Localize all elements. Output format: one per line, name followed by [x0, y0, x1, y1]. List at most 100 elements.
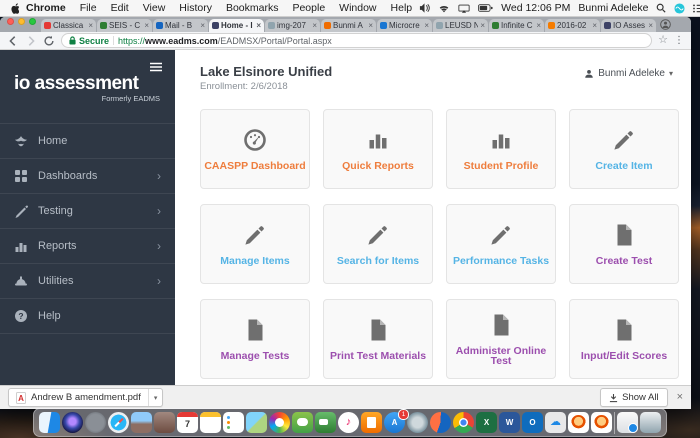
download-options-caret[interactable]: ▾	[148, 389, 163, 406]
battery-icon[interactable]	[478, 4, 493, 12]
dock-icon[interactable]	[108, 412, 129, 433]
download-bar-close-icon[interactable]: ×	[677, 392, 683, 403]
tab-close-icon[interactable]: ×	[424, 22, 429, 30]
sidebar-item[interactable]: ? Reports ›	[0, 229, 175, 264]
dock-icon[interactable]	[292, 412, 313, 433]
reload-button[interactable]	[43, 35, 55, 47]
dock-icon[interactable]	[315, 412, 336, 433]
portal-card[interactable]: Performance Tasks	[446, 204, 556, 284]
browser-tab[interactable]: SEIS - C×	[97, 19, 152, 32]
dock-icon[interactable]	[640, 412, 661, 433]
menu-item[interactable]: Edit	[104, 2, 136, 14]
dock-icon[interactable]: W	[499, 412, 520, 433]
dock-icon[interactable]: 1A	[384, 412, 405, 433]
portal-card[interactable]: Create Item	[569, 109, 679, 189]
dock-icon[interactable]	[614, 412, 615, 434]
dock-icon[interactable]	[568, 412, 589, 433]
portal-card[interactable]: Input/Edit Scores	[569, 299, 679, 379]
browser-tab[interactable]: Infinite C×	[489, 19, 544, 32]
dock-icon[interactable]	[131, 412, 152, 433]
menu-item[interactable]: Window	[332, 2, 383, 14]
tab-close-icon[interactable]: ×	[648, 22, 653, 30]
window-minimize-button[interactable]	[18, 18, 25, 25]
browser-menu-icon[interactable]: ⋮	[674, 36, 684, 46]
dock-icon[interactable]: ♪	[338, 412, 359, 433]
forward-button[interactable]	[25, 35, 37, 47]
portal-card[interactable]: Student Profile	[446, 109, 556, 189]
menu-item[interactable]: People	[285, 2, 332, 14]
siri-icon[interactable]	[674, 3, 685, 14]
browser-profile-icon[interactable]	[660, 19, 671, 30]
menu-item[interactable]: Help	[384, 2, 420, 14]
bookmark-star-icon[interactable]: ☆	[658, 35, 668, 46]
portal-card[interactable]: Search for Items	[323, 204, 433, 284]
dock-icon[interactable]	[407, 412, 428, 433]
downloaded-file-button[interactable]: A Andrew B amendment.pdf ▾	[8, 388, 163, 407]
menu-item[interactable]: History	[172, 2, 219, 14]
browser-tab[interactable]: LEUSD N×	[433, 19, 488, 32]
portal-card[interactable]: Administer Online Test	[446, 299, 556, 379]
tab-close-icon[interactable]: ×	[480, 22, 485, 30]
dock-icon[interactable]	[62, 412, 83, 433]
dock-icon[interactable]	[200, 412, 221, 433]
dock-icon[interactable]	[246, 412, 267, 433]
dock-icon[interactable]	[39, 412, 60, 433]
menu-item[interactable]: Chrome	[19, 2, 73, 14]
browser-tab[interactable]: Mail - B×	[153, 19, 208, 32]
tab-close-icon[interactable]: ×	[256, 22, 261, 30]
dock-icon[interactable]: O	[522, 412, 543, 433]
portal-card[interactable]: Create Test	[569, 204, 679, 284]
tab-close-icon[interactable]: ×	[144, 22, 149, 30]
sidebar-item[interactable]: ? Testing ›	[0, 194, 175, 229]
show-all-downloads-button[interactable]: Show All	[600, 388, 667, 407]
address-bar[interactable]: Secure https://www.eadms.com/EADMSX/Port…	[61, 33, 652, 48]
dock-icon[interactable]	[223, 412, 244, 433]
display-mirroring-icon[interactable]	[458, 4, 470, 13]
menu-user-name[interactable]: Bunmi Adeleke	[578, 2, 648, 14]
browser-tab[interactable]: Home - I×	[209, 19, 264, 32]
sidebar-hamburger-icon[interactable]	[149, 59, 163, 77]
dock-icon[interactable]	[430, 412, 451, 433]
tab-close-icon[interactable]: ×	[592, 22, 597, 30]
dock-icon[interactable]	[591, 412, 612, 433]
apple-menu-icon[interactable]	[8, 2, 19, 14]
portal-card[interactable]: Manage Tests	[200, 299, 310, 379]
tab-close-icon[interactable]: ×	[200, 22, 205, 30]
spotlight-search-icon[interactable]	[656, 3, 666, 13]
downloaded-file[interactable]: A Andrew B amendment.pdf	[9, 389, 148, 406]
back-button[interactable]	[7, 35, 19, 47]
user-menu[interactable]: Bunmi Adeleke ▾	[584, 68, 673, 79]
sidebar-item[interactable]: ? Home	[0, 124, 175, 159]
browser-tab[interactable]: 2016-02×	[545, 19, 600, 32]
dock-icon[interactable]	[154, 412, 175, 433]
tab-close-icon[interactable]: ×	[368, 22, 373, 30]
window-close-button[interactable]	[7, 18, 14, 25]
browser-tab[interactable]: img-207×	[265, 19, 320, 32]
volume-icon[interactable]	[419, 3, 430, 13]
dock-icon[interactable]: 7	[177, 412, 198, 433]
menu-item[interactable]: Bookmarks	[219, 2, 286, 14]
wifi-icon[interactable]	[438, 4, 450, 13]
notification-center-icon[interactable]	[693, 4, 700, 13]
sidebar-item[interactable]: ? Dashboards ›	[0, 159, 175, 194]
portal-card[interactable]: Print Test Materials	[323, 299, 433, 379]
dock-icon[interactable]	[85, 412, 106, 433]
dock-icon[interactable]	[453, 412, 474, 433]
dock-icon[interactable]	[617, 412, 638, 433]
dock-icon[interactable]	[361, 412, 382, 433]
sidebar-item[interactable]: ? Utilities ›	[0, 264, 175, 299]
portal-card[interactable]: Quick Reports	[323, 109, 433, 189]
browser-tab[interactable]: Classica×	[41, 19, 96, 32]
dock-icon[interactable]: ☁	[545, 412, 566, 433]
sidebar-item[interactable]: ? Help	[0, 299, 175, 334]
menu-clock[interactable]: Wed 12:06 PM	[501, 2, 570, 14]
dock-icon[interactable]	[269, 412, 290, 433]
portal-card[interactable]: Manage Items	[200, 204, 310, 284]
browser-tab[interactable]: Microcre×	[377, 19, 432, 32]
browser-tab[interactable]: IO Asses×	[601, 19, 656, 32]
browser-tab[interactable]: Bunmi A×	[321, 19, 376, 32]
menu-item[interactable]: View	[136, 2, 173, 14]
menu-item[interactable]: File	[73, 2, 104, 14]
portal-card[interactable]: CAASPP Dashboard	[200, 109, 310, 189]
window-zoom-button[interactable]	[29, 18, 36, 25]
